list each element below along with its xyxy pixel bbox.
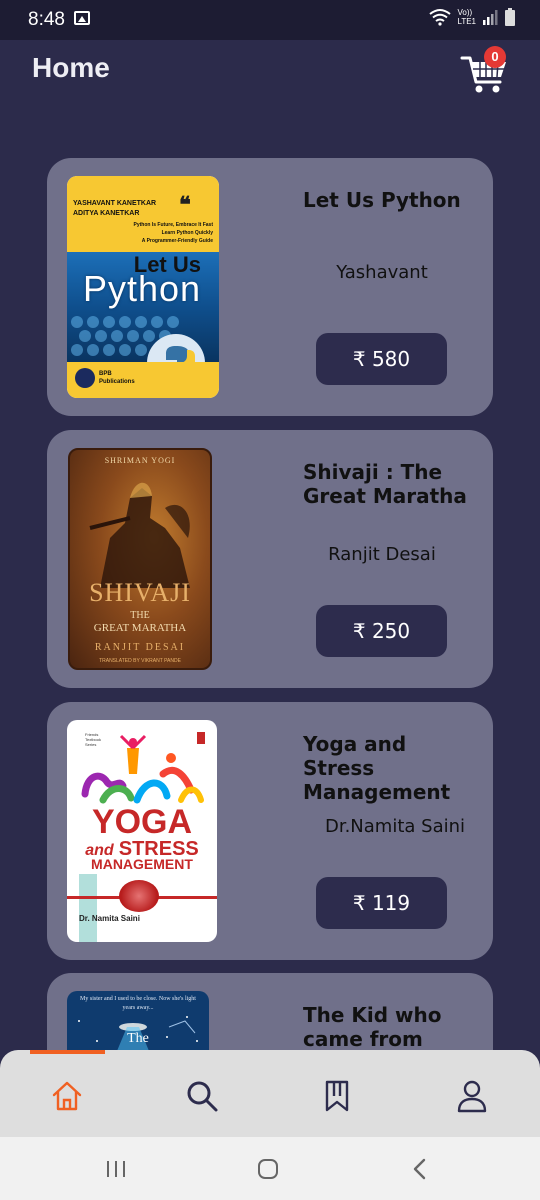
cover-quote-icon: ❝: [179, 192, 191, 217]
cover-tagline-2: Learn Python Quickly: [161, 230, 213, 236]
cart-count-badge: 0: [484, 46, 506, 68]
home-icon: [52, 1081, 82, 1111]
book-list[interactable]: YASHAVANT KANETKAR ADITYA KANETKAR ❝ Pyt…: [0, 110, 540, 1050]
price-button[interactable]: ₹ 119: [316, 877, 447, 929]
cover-title: SHIVAJI: [89, 578, 191, 607]
book-card[interactable]: Friends Textbook Series YOGA and STRESS …: [47, 702, 493, 960]
cover-author: Dr. Namita Saini: [79, 914, 140, 923]
cover-top-line: SHRIMAN YOGI: [104, 456, 176, 465]
nav-profile[interactable]: [448, 1072, 496, 1120]
active-tab-indicator: [30, 1050, 105, 1054]
page-title: Home: [32, 52, 110, 83]
bottom-navigation: [0, 1050, 540, 1137]
cover-publisher: BPB Publications: [99, 371, 135, 385]
network-lte: LTE1: [457, 17, 476, 26]
status-time: 8:48: [28, 9, 65, 30]
recent-apps-button[interactable]: [96, 1151, 136, 1187]
cover-title: The: [127, 1031, 149, 1046]
cover-subtitle: GREAT MARATHA: [93, 622, 187, 634]
nav-search[interactable]: [178, 1072, 226, 1120]
book-title[interactable]: Yoga and Stress Management: [303, 732, 483, 804]
book-card[interactable]: My sister and I used to be close. Now sh…: [47, 973, 493, 1050]
cover-author-2: ADITYA KANETKAR: [73, 210, 140, 217]
cover-author: RANJIT DESAI: [94, 642, 186, 653]
system-navigation-bar: [0, 1137, 540, 1200]
status-icons: Vo)) LTE1: [429, 8, 516, 26]
cover-title-the: THE: [130, 610, 150, 621]
search-icon: [187, 1081, 218, 1112]
book-title[interactable]: The Kid who came from: [303, 1003, 483, 1050]
bookmarks-icon: [325, 1080, 349, 1112]
back-icon: [413, 1158, 426, 1180]
home-system-button[interactable]: [248, 1151, 288, 1187]
book-card[interactable]: SHRIMAN YOGI SHIVAJI THE GREAT MARATHA R…: [47, 430, 493, 688]
cover-knot: [119, 880, 159, 912]
price-button[interactable]: ₹ 580: [316, 333, 447, 385]
nav-bookmarks[interactable]: [313, 1072, 361, 1120]
price-button[interactable]: ₹ 250: [316, 605, 447, 657]
cover-title-management: MANAGEMENT: [91, 856, 193, 872]
recent-apps-icon: [107, 1161, 125, 1177]
book-cover-image: My sister and I used to be close. Now sh…: [67, 991, 209, 1050]
cover-warrior-illustration: [89, 482, 190, 588]
cover-tagline-1: Python Is Future, Embrace It Fast: [133, 222, 213, 228]
book-title[interactable]: Shivaji : The Great Maratha: [303, 460, 483, 508]
cover-tagline-3: A Programmer-Friendly Guide: [141, 238, 213, 244]
gallery-notification-icon: [74, 11, 90, 25]
app-header: Home 0: [0, 40, 540, 110]
book-cover-image: YASHAVANT KANETKAR ADITYA KANETKAR ❝ Pyt…: [67, 176, 219, 398]
battery-icon: [505, 8, 515, 26]
cover-publisher-logo: [75, 368, 95, 388]
signal-icon: [483, 10, 498, 25]
status-bar: 8:48 Vo)) LTE1: [0, 0, 540, 40]
book-author: Dr.Namita Saini: [324, 816, 466, 837]
book-cover-image: Friends Textbook Series YOGA and STRESS …: [67, 720, 217, 942]
cover-translator: TRANSLATED BY VIKRANT PANDE: [99, 658, 181, 664]
cover-title: Python: [83, 268, 202, 309]
nav-home[interactable]: [43, 1072, 91, 1120]
book-author: Yashavant: [336, 262, 428, 283]
cover-yoga-figures: [81, 734, 204, 804]
back-button[interactable]: [400, 1151, 440, 1187]
book-author: Ranjit Desai: [328, 544, 436, 565]
cover-title: YOGA: [91, 803, 193, 841]
book-card[interactable]: YASHAVANT KANETKAR ADITYA KANETKAR ❝ Pyt…: [47, 158, 493, 416]
book-title[interactable]: Let Us Python: [303, 188, 483, 212]
network-volte: Vo)): [457, 8, 473, 17]
cart-button[interactable]: 0: [460, 46, 512, 96]
wifi-icon: [429, 9, 452, 26]
home-circle-icon: [258, 1159, 278, 1179]
profile-icon: [457, 1080, 487, 1113]
book-cover-image: SHRIMAN YOGI SHIVAJI THE GREAT MARATHA R…: [68, 448, 212, 670]
cover-author-1: YASHAVANT KANETKAR: [73, 200, 157, 207]
network-type: Vo)) LTE1: [457, 8, 476, 26]
